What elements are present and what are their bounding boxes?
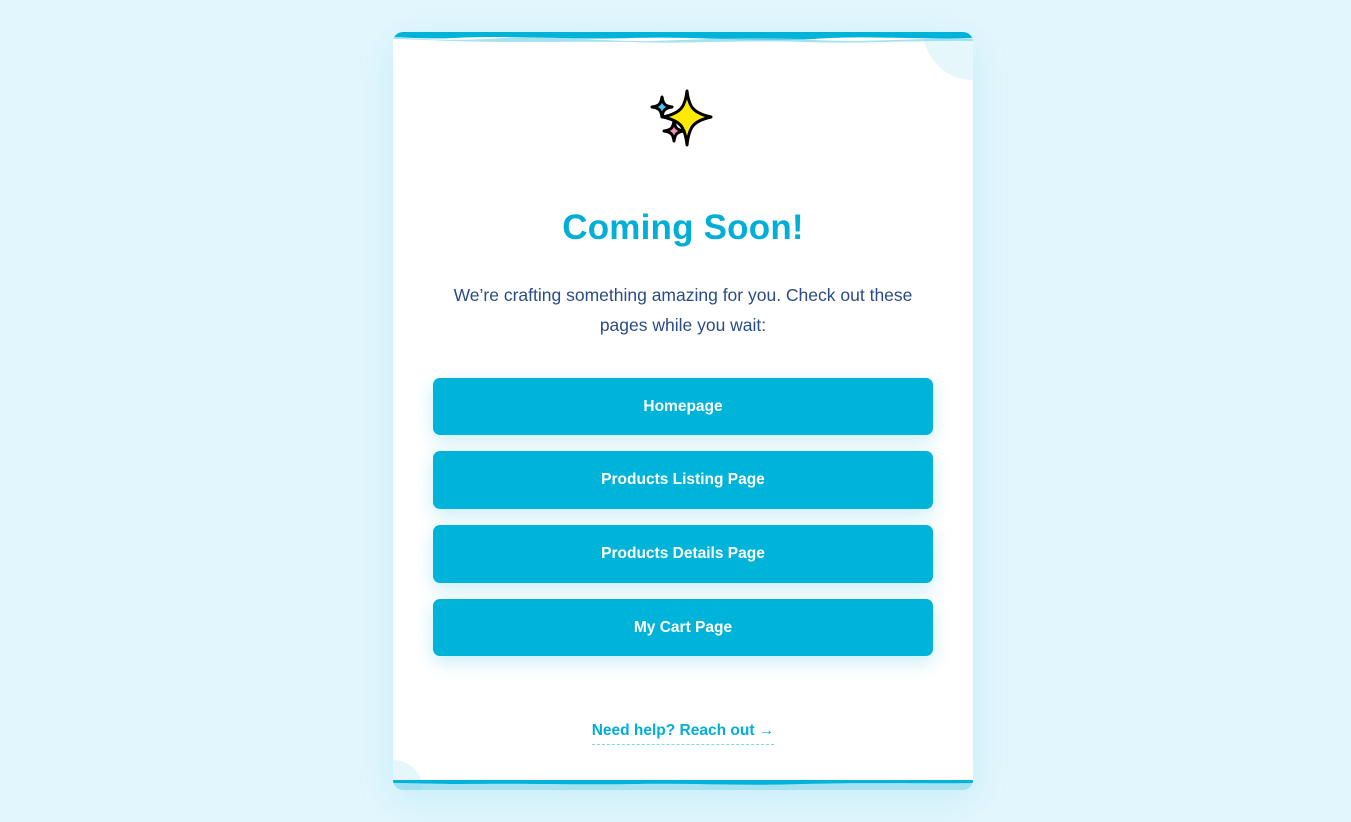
coming-soon-card: Coming Soon! We’re crafting something am… [393, 32, 973, 790]
subtitle-text: We’re crafting something amazing for you… [453, 285, 913, 335]
page-title: Coming Soon! [562, 208, 804, 247]
products-details-button[interactable]: Products Details Page [433, 525, 933, 583]
my-cart-button[interactable]: My Cart Page [433, 599, 933, 656]
products-listing-button[interactable]: Products Listing Page [433, 451, 933, 509]
help-link[interactable]: Need help? Reach out → [591, 722, 775, 745]
top-wave-decoration [393, 32, 973, 43]
help-link-container: Need help? Reach out → [393, 722, 973, 745]
sparkles-icon [650, 89, 713, 147]
homepage-button[interactable]: Homepage [433, 378, 933, 435]
bottom-wave-decoration [393, 780, 973, 790]
